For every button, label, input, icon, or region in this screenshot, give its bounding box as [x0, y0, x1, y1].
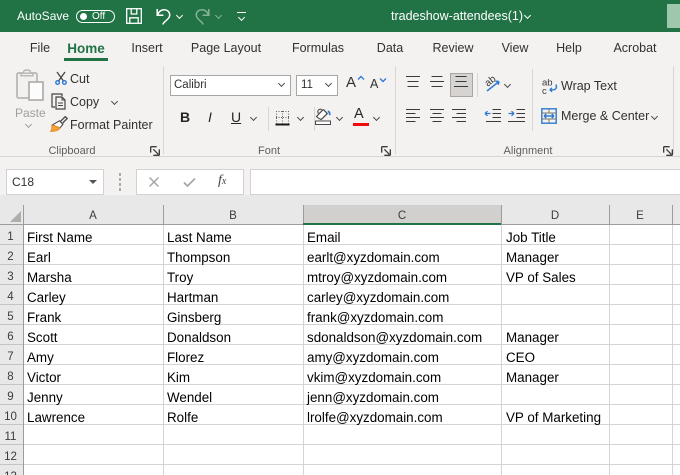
- svg-text:c: c: [542, 86, 547, 94]
